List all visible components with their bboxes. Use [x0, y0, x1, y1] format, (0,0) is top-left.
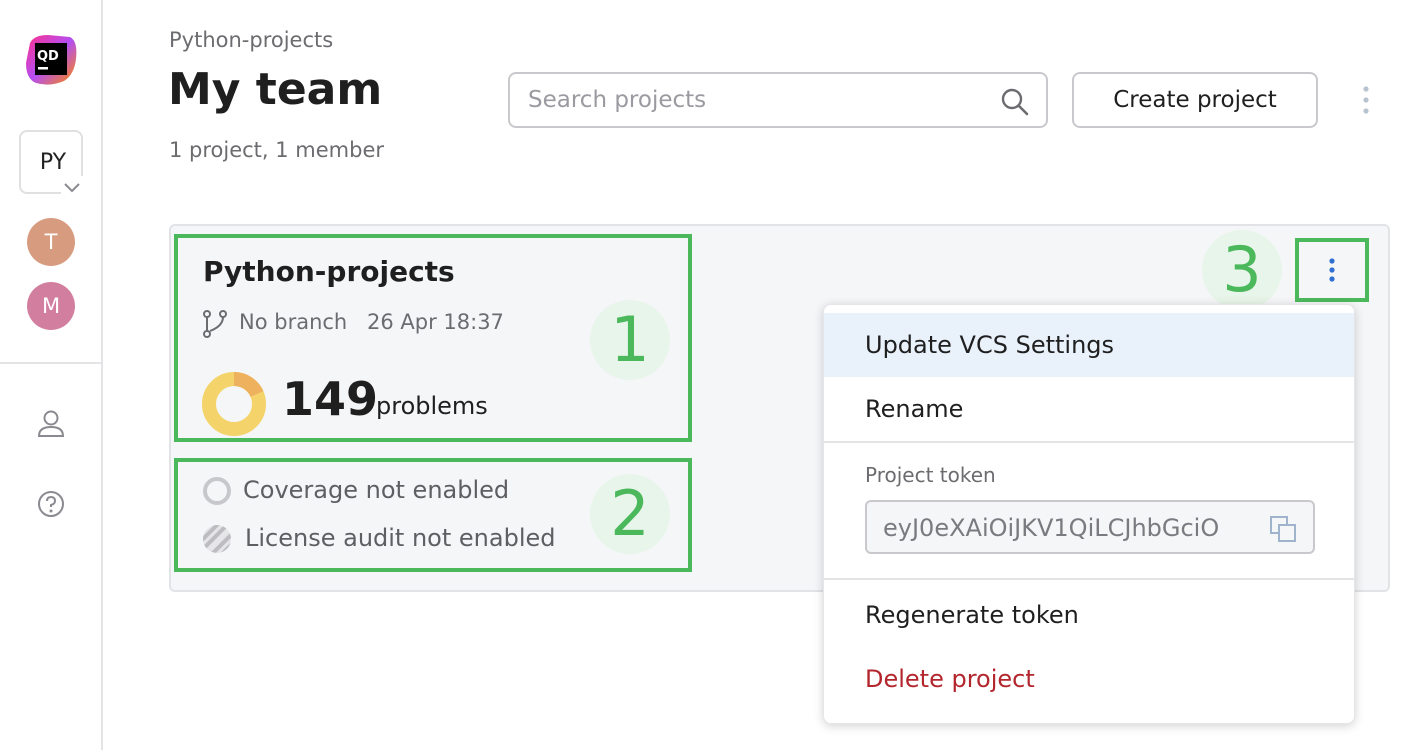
project-token-field[interactable]: eyJ0eXAiOiJKV1QiLCJhbGciO	[865, 500, 1315, 554]
callout-number-1: 1	[590, 300, 670, 380]
page-title: My team	[168, 64, 383, 115]
avatar-member-m[interactable]: M	[27, 282, 75, 330]
menu-item-delete-project[interactable]: Delete project	[824, 647, 1354, 711]
avatar-member-t[interactable]: T	[27, 218, 75, 266]
menu-divider	[824, 578, 1354, 580]
help-icon[interactable]	[35, 488, 67, 520]
more-options-icon[interactable]	[1354, 84, 1378, 116]
create-project-button[interactable]: Create project	[1072, 72, 1318, 128]
search-icon[interactable]	[1000, 87, 1030, 117]
team-switcher-label: PY	[39, 150, 67, 175]
user-icon[interactable]	[35, 408, 67, 440]
search-input[interactable]	[528, 84, 988, 116]
menu-item-regenerate-token[interactable]: Regenerate token	[824, 583, 1354, 647]
copy-icon[interactable]	[1269, 515, 1297, 543]
callout-number-3: 3	[1202, 230, 1282, 310]
qodana-logo[interactable]: QD	[24, 33, 78, 87]
sidebar-divider	[0, 362, 101, 364]
team-switcher[interactable]: PY	[19, 130, 83, 198]
chevron-down-icon	[61, 176, 83, 198]
search-box[interactable]	[508, 72, 1048, 128]
menu-item-update-vcs[interactable]: Update VCS Settings	[824, 313, 1354, 377]
menu-item-rename[interactable]: Rename	[824, 377, 1354, 441]
project-token-value[interactable]: eyJ0eXAiOiJKV1QiLCJhbGciO	[883, 514, 1249, 542]
menu-divider	[824, 441, 1354, 443]
sidebar: QD PY T M	[0, 0, 103, 750]
project-actions-menu: Update VCS Settings Rename Project token…	[823, 304, 1355, 724]
callout-box-3	[1295, 238, 1369, 302]
breadcrumb[interactable]: Python-projects	[169, 28, 333, 52]
project-token-label: Project token	[865, 463, 996, 487]
logo-text: QD	[37, 49, 59, 64]
callout-number-2: 2	[590, 474, 670, 554]
page-subtitle: 1 project, 1 member	[169, 138, 385, 162]
